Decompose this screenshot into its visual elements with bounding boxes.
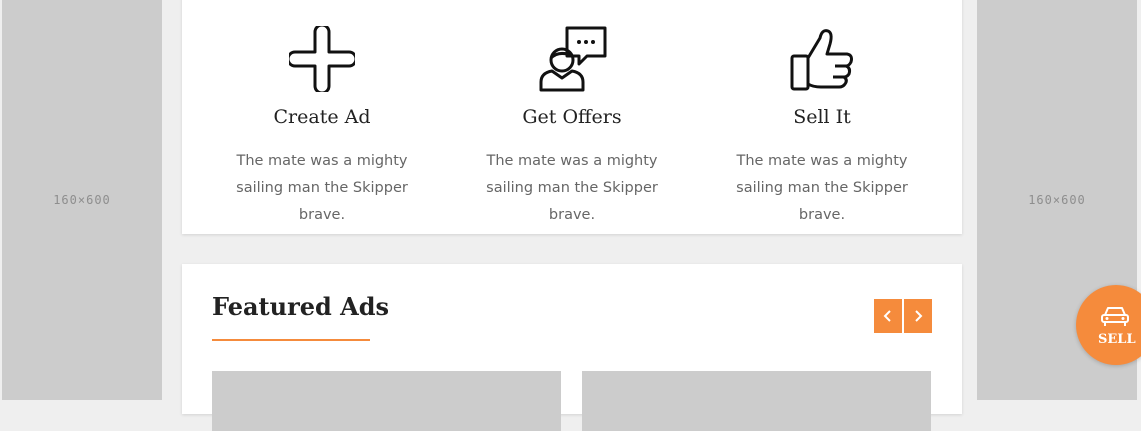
plus-icon	[192, 26, 452, 92]
how-it-works-card: Create Ad The mate was a mighty sailing …	[182, 0, 962, 234]
person-chat-icon	[442, 26, 702, 92]
car-icon	[1101, 307, 1129, 326]
step-description: The mate was a mighty sailing man the Sk…	[236, 153, 408, 223]
ad-thumbnail[interactable]	[212, 371, 561, 431]
title-underline	[212, 339, 370, 341]
step-title: Get Offers	[522, 106, 622, 128]
right-ad-size-label: 160×600	[1028, 193, 1086, 207]
chevron-right-icon	[915, 310, 923, 322]
carousel-prev-button[interactable]	[874, 299, 902, 333]
carousel-next-button[interactable]	[904, 299, 932, 333]
step-title: Create Ad	[273, 106, 371, 128]
chevron-left-icon	[883, 310, 891, 322]
featured-ads-title: Featured Ads	[212, 292, 390, 321]
thumbs-up-icon	[692, 26, 952, 92]
featured-ads-section: Featured Ads	[182, 264, 962, 431]
left-ad-placeholder: 160×600	[2, 0, 162, 400]
sell-button-label: SELL	[1098, 332, 1136, 347]
ad-thumbnail[interactable]	[582, 371, 931, 431]
step-description: The mate was a mighty sailing man the Sk…	[736, 153, 908, 223]
step-description: The mate was a mighty sailing man the Sk…	[486, 153, 658, 223]
left-ad-size-label: 160×600	[53, 193, 111, 207]
step-title: Sell It	[793, 106, 851, 128]
